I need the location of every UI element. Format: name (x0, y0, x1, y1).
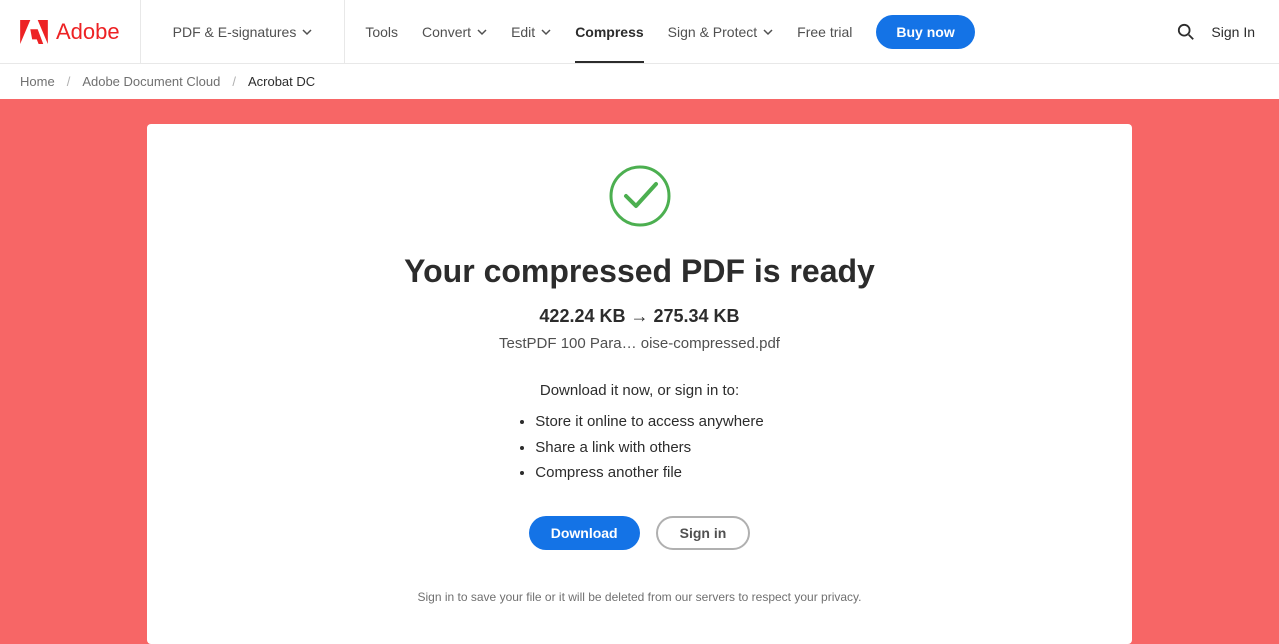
buy-now-button[interactable]: Buy now (876, 15, 974, 49)
main-area: Your compressed PDF is ready 422.24 KB →… (0, 99, 1279, 644)
feature-item: Share a link with others (535, 435, 763, 461)
breadcrumb-separator: / (232, 74, 236, 89)
size-arrow: → (625, 306, 653, 326)
chevron-down-icon (477, 27, 487, 37)
nav-pdf-esignatures[interactable]: PDF & E-signatures (161, 0, 325, 63)
button-row: Download Sign in (207, 516, 1072, 550)
top-nav: Adobe PDF & E-signatures Tools Convert E… (0, 0, 1279, 64)
nav-sign-protect[interactable]: Sign & Protect (656, 0, 786, 63)
nav-label: Tools (365, 24, 398, 40)
chevron-down-icon (302, 27, 312, 37)
nav-label: Sign & Protect (668, 24, 758, 40)
nav-convert[interactable]: Convert (410, 0, 499, 63)
result-card: Your compressed PDF is ready 422.24 KB →… (147, 124, 1132, 644)
sign-in-link[interactable]: Sign In (1211, 24, 1255, 40)
privacy-note: Sign in to save your file or it will be … (207, 590, 1072, 604)
card-title: Your compressed PDF is ready (207, 253, 1072, 290)
size-before: 422.24 KB (539, 306, 625, 326)
nav-label: Convert (422, 24, 471, 40)
nav-tools[interactable]: Tools (353, 0, 410, 63)
breadcrumb-separator: / (67, 74, 71, 89)
breadcrumb-doc-cloud[interactable]: Adobe Document Cloud (82, 74, 220, 89)
chevron-down-icon (541, 27, 551, 37)
size-after: 275.34 KB (654, 306, 740, 326)
nav-right: Sign In (1177, 23, 1255, 41)
search-icon[interactable] (1177, 23, 1195, 41)
nav-compress[interactable]: Compress (563, 0, 655, 63)
feature-list: Store it online to access anywhere Share… (515, 409, 763, 486)
download-instruction: Download it now, or sign in to: (207, 382, 1072, 399)
feature-item: Compress another file (535, 460, 763, 486)
logo-section: Adobe (0, 0, 141, 63)
breadcrumb: Home / Adobe Document Cloud / Acrobat DC (0, 64, 1279, 99)
nav-section-pdf: PDF & E-signatures (141, 0, 346, 63)
filename-display: TestPDF 100 Para… oise-compressed.pdf (207, 335, 1072, 352)
chevron-down-icon (763, 27, 773, 37)
nav-label: Edit (511, 24, 535, 40)
nav-label: Compress (575, 24, 643, 40)
feature-item: Store it online to access anywhere (535, 409, 763, 435)
adobe-logo-icon (20, 20, 48, 44)
nav-free-trial[interactable]: Free trial (785, 0, 864, 63)
success-check-icon (608, 164, 672, 228)
adobe-brand-text: Adobe (56, 19, 120, 45)
breadcrumb-acrobat: Acrobat DC (248, 74, 315, 89)
breadcrumb-home[interactable]: Home (20, 74, 55, 89)
download-button[interactable]: Download (529, 516, 640, 550)
nav-label: Free trial (797, 24, 852, 40)
file-size-info: 422.24 KB → 275.34 KB (207, 306, 1072, 327)
nav-edit[interactable]: Edit (499, 0, 563, 63)
nav-main-menu: Tools Convert Edit Compress Sign & Prote… (345, 0, 1263, 63)
nav-label: PDF & E-signatures (173, 24, 297, 40)
adobe-logo-link[interactable]: Adobe (20, 19, 120, 45)
sign-in-button[interactable]: Sign in (656, 516, 751, 550)
